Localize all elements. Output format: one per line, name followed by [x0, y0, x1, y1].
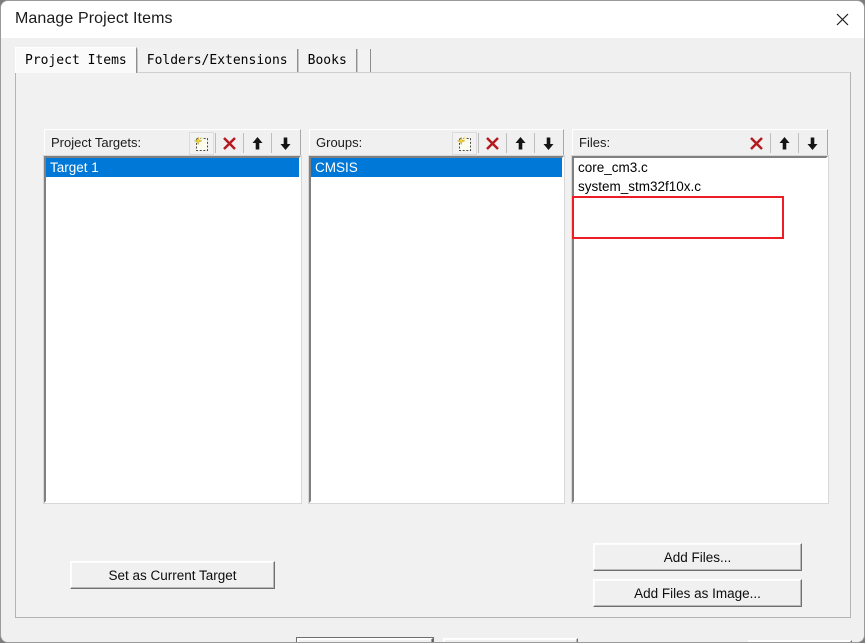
move-up-icon[interactable]: [245, 132, 270, 155]
list-item[interactable]: CMSIS: [311, 158, 562, 177]
toolbar-separator: [271, 133, 272, 153]
delete-icon[interactable]: [480, 132, 505, 155]
move-up-icon[interactable]: [508, 132, 533, 155]
toolbar-separator: [506, 133, 507, 153]
set-as-current-target-button[interactable]: Set as Current Target: [70, 561, 275, 589]
files-label: Files:: [579, 135, 611, 150]
project-targets-column: Project Targets: Target 1: [43, 129, 302, 504]
move-down-icon[interactable]: [273, 132, 298, 155]
delete-icon[interactable]: [744, 132, 769, 155]
tab-label: Project Items: [25, 53, 127, 68]
toolbar-separator: [798, 133, 799, 153]
dialog-body: Project Items Folders/Extensions Books P…: [2, 38, 864, 642]
files-header: Files:: [572, 129, 828, 156]
tabstrip-trailing-spacer: [356, 49, 371, 73]
tab-books[interactable]: Books: [297, 49, 357, 73]
tab-label: Folders/Extensions: [146, 53, 288, 68]
new-item-icon[interactable]: [189, 131, 214, 155]
close-icon[interactable]: [819, 1, 864, 37]
toolbar-separator: [215, 133, 216, 153]
project-targets-toolbar: [189, 131, 298, 155]
move-down-icon[interactable]: [800, 132, 825, 155]
add-files-button[interactable]: Add Files...: [593, 543, 802, 571]
list-item[interactable]: core_cm3.c: [574, 158, 826, 177]
move-up-icon[interactable]: [772, 132, 797, 155]
tabstrip: Project Items Folders/Extensions Books: [15, 47, 371, 73]
tab-label: Books: [307, 53, 347, 68]
project-targets-list[interactable]: Target 1: [43, 155, 302, 504]
list-item[interactable]: system_stm32f10x.c: [574, 177, 826, 196]
project-targets-header: Project Targets:: [44, 129, 301, 156]
toolbar-separator: [534, 133, 535, 153]
files-column: Files: core_cm3.c system_stm32f10x.c: [571, 129, 829, 504]
groups-list[interactable]: CMSIS: [308, 155, 565, 504]
new-item-icon[interactable]: [452, 131, 477, 155]
add-files-as-image-button[interactable]: Add Files as Image...: [593, 579, 802, 607]
groups-column: Groups: CMSIS: [308, 129, 565, 504]
project-targets-label: Project Targets:: [51, 135, 142, 150]
groups-label: Groups:: [316, 135, 363, 150]
groups-toolbar: [452, 131, 561, 155]
toolbar-separator: [243, 133, 244, 153]
toolbar-separator: [478, 133, 479, 153]
files-list[interactable]: core_cm3.c system_stm32f10x.c: [571, 155, 829, 504]
button-label: Set as Current Target: [108, 567, 237, 583]
button-label: Add Files as Image...: [634, 585, 761, 601]
button-label: Add Files...: [663, 549, 732, 565]
manage-project-items-dialog: Manage Project Items Project Items Folde…: [0, 0, 865, 643]
ok-button[interactable]: OK: [297, 638, 433, 642]
tab-project-items[interactable]: Project Items: [15, 47, 137, 73]
titlebar: Manage Project Items: [1, 1, 864, 38]
groups-header: Groups:: [309, 129, 564, 156]
files-toolbar: [744, 131, 825, 155]
toolbar-separator: [770, 133, 771, 153]
tab-folders-extensions[interactable]: Folders/Extensions: [136, 49, 298, 73]
delete-icon[interactable]: [217, 132, 242, 155]
window-title: Manage Project Items: [15, 10, 173, 27]
cancel-button[interactable]: Cancel: [443, 638, 578, 642]
move-down-icon[interactable]: [536, 132, 561, 155]
list-item[interactable]: Target 1: [46, 158, 299, 177]
